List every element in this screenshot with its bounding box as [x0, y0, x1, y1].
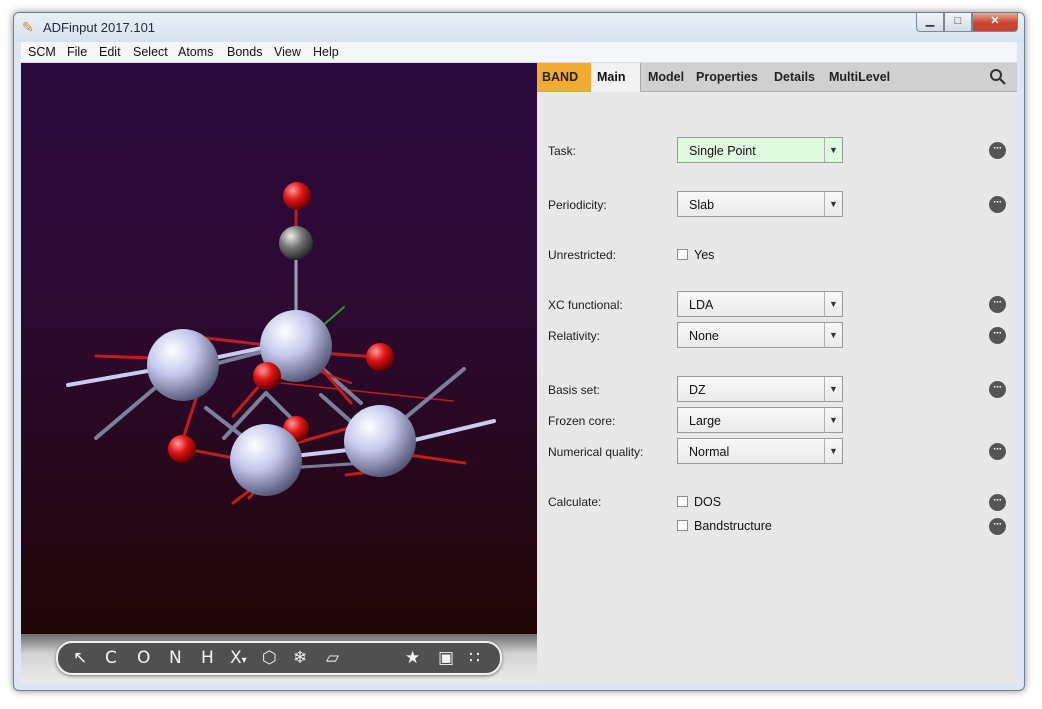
metal-atom[interactable] — [230, 424, 302, 496]
chevron-down-icon: ▼ — [824, 377, 842, 401]
menu-edit[interactable]: Edit — [99, 45, 121, 59]
quality-value: Normal — [689, 445, 730, 459]
search-icon[interactable] — [989, 68, 1007, 86]
relativity-select[interactable]: None ▼ — [677, 322, 843, 348]
chevron-down-icon: ▼ — [824, 439, 842, 463]
menu-bonds[interactable]: Bonds — [227, 45, 262, 59]
calculate-label: Calculate: — [548, 495, 602, 509]
oxygen-atom[interactable] — [366, 343, 394, 371]
window-controls: ▁ □ ✕ — [916, 13, 1018, 33]
frozen-core-select[interactable]: Large ▼ — [677, 407, 843, 433]
carbon-tool[interactable]: C — [105, 648, 117, 668]
metal-atom[interactable] — [344, 405, 416, 477]
frozen-core-value: Large — [689, 414, 721, 428]
maximize-button[interactable]: □ — [944, 13, 972, 32]
hydrogen-tool[interactable]: H — [201, 648, 214, 668]
dos-option: DOS — [694, 495, 722, 509]
close-button[interactable]: ✕ — [972, 13, 1018, 32]
unrestricted-label: Unrestricted: — [548, 248, 617, 262]
window-title: ADFinput 2017.101 — [43, 20, 156, 35]
title-bar: ✎ ADFinput 2017.101 ▁ □ ✕ — [14, 13, 1024, 42]
quality-label: Numerical quality: — [548, 445, 644, 459]
oxygen-atom[interactable] — [283, 182, 311, 210]
pointer-tool-icon[interactable]: ↖ — [73, 648, 87, 668]
settings-panel: BAND Main Model Properties Details Multi… — [537, 63, 1017, 683]
periodicity-more-icon[interactable]: ··· — [989, 196, 1006, 213]
menu-bar: SCM File Edit Select Atoms Bonds View He… — [21, 42, 1017, 63]
relativity-more-icon[interactable]: ··· — [989, 327, 1006, 344]
unrestricted-option: Yes — [694, 248, 715, 262]
xc-more-icon[interactable]: ··· — [989, 296, 1006, 313]
menu-select[interactable]: Select — [133, 45, 168, 59]
quality-more-icon[interactable]: ··· — [989, 443, 1006, 460]
periodicity-select[interactable]: Slab ▼ — [677, 191, 843, 217]
unrestricted-checkbox[interactable]: Yes — [677, 248, 714, 262]
task-value: Single Point — [689, 144, 756, 158]
chevron-down-icon: ▼ — [824, 323, 842, 347]
element-x-label: X — [230, 648, 242, 668]
nitrogen-tool[interactable]: N — [169, 648, 182, 668]
tab-bar: BAND Main Model Properties Details Multi… — [537, 63, 1017, 92]
toolbar-area: ↖ C O N H X▾ ⬡ ❄ ▱ ★ ▣ ∷ — [21, 634, 537, 683]
task-select[interactable]: Single Point ▼ — [677, 137, 843, 163]
chevron-down-icon: ▼ — [824, 408, 842, 432]
checkbox-box — [677, 520, 688, 531]
tab-multilevel[interactable]: MultiLevel — [829, 63, 890, 91]
basis-select[interactable]: DZ ▼ — [677, 376, 843, 402]
chevron-down-icon: ▼ — [824, 138, 842, 162]
metal-atom[interactable] — [147, 329, 219, 401]
star-icon[interactable]: ★ — [405, 648, 420, 668]
tab-properties[interactable]: Properties — [696, 63, 758, 91]
checkbox-box — [677, 496, 688, 507]
frozen-core-label: Frozen core: — [548, 414, 616, 428]
oxygen-atom[interactable] — [253, 362, 281, 390]
oxygen-tool[interactable]: O — [137, 648, 150, 668]
menu-file[interactable]: File — [67, 45, 87, 59]
basis-value: DZ — [689, 383, 706, 397]
plane-icon[interactable]: ▱ — [326, 648, 339, 668]
oxygen-atom[interactable] — [168, 435, 196, 463]
bandstructure-option: Bandstructure — [694, 519, 772, 533]
element-x-dropdown-icon: ▾ — [241, 655, 247, 666]
relativity-label: Relativity: — [548, 329, 601, 343]
bandstructure-more-icon[interactable]: ··· — [989, 518, 1006, 535]
menu-atoms[interactable]: Atoms — [178, 45, 213, 59]
task-more-icon[interactable]: ··· — [989, 142, 1006, 159]
tab-main[interactable]: Main — [591, 63, 641, 92]
tab-model[interactable]: Model — [648, 63, 684, 91]
bandstructure-checkbox[interactable]: Bandstructure — [677, 519, 772, 533]
dos-checkbox[interactable]: DOS — [677, 495, 721, 509]
checkbox-box — [677, 249, 688, 260]
app-icon: ✎ — [22, 19, 34, 35]
atom-toolbar: ↖ C O N H X▾ ⬡ ❄ ▱ ★ ▣ ∷ — [56, 641, 502, 675]
dos-more-icon[interactable]: ··· — [989, 494, 1006, 511]
molecule-structure[interactable] — [21, 63, 537, 634]
quality-select[interactable]: Normal ▼ — [677, 438, 843, 464]
periodicity-label: Periodicity: — [548, 198, 607, 212]
chevron-down-icon: ▼ — [824, 192, 842, 216]
relativity-value: None — [689, 329, 719, 343]
xc-label: XC functional: — [548, 298, 623, 312]
menu-help[interactable]: Help — [313, 45, 339, 59]
menu-scm[interactable]: SCM — [28, 45, 56, 59]
minimize-button[interactable]: ▁ — [916, 13, 944, 32]
basis-more-icon[interactable]: ··· — [989, 381, 1006, 398]
xc-value: LDA — [689, 298, 714, 312]
element-x-tool[interactable]: X▾ — [230, 648, 247, 668]
dots-icon[interactable]: ∷ — [469, 648, 480, 668]
carbon-atom[interactable] — [279, 226, 313, 260]
tab-details[interactable]: Details — [774, 63, 815, 91]
tab-band[interactable]: BAND — [537, 63, 591, 91]
ring-icon[interactable]: ⬡ — [262, 648, 277, 668]
basis-label: Basis set: — [548, 383, 601, 397]
xc-select[interactable]: LDA ▼ — [677, 291, 843, 317]
app-window: ✎ ADFinput 2017.101 ▁ □ ✕ SCM File Edit … — [13, 12, 1025, 691]
task-label: Task: — [548, 144, 577, 158]
chevron-down-icon: ▼ — [824, 292, 842, 316]
symmetry-icon[interactable]: ❄ — [293, 648, 307, 668]
periodicity-value: Slab — [689, 198, 715, 212]
cell-icon[interactable]: ▣ — [438, 648, 454, 668]
menu-view[interactable]: View — [274, 45, 301, 59]
molecule-viewport[interactable] — [21, 63, 537, 634]
